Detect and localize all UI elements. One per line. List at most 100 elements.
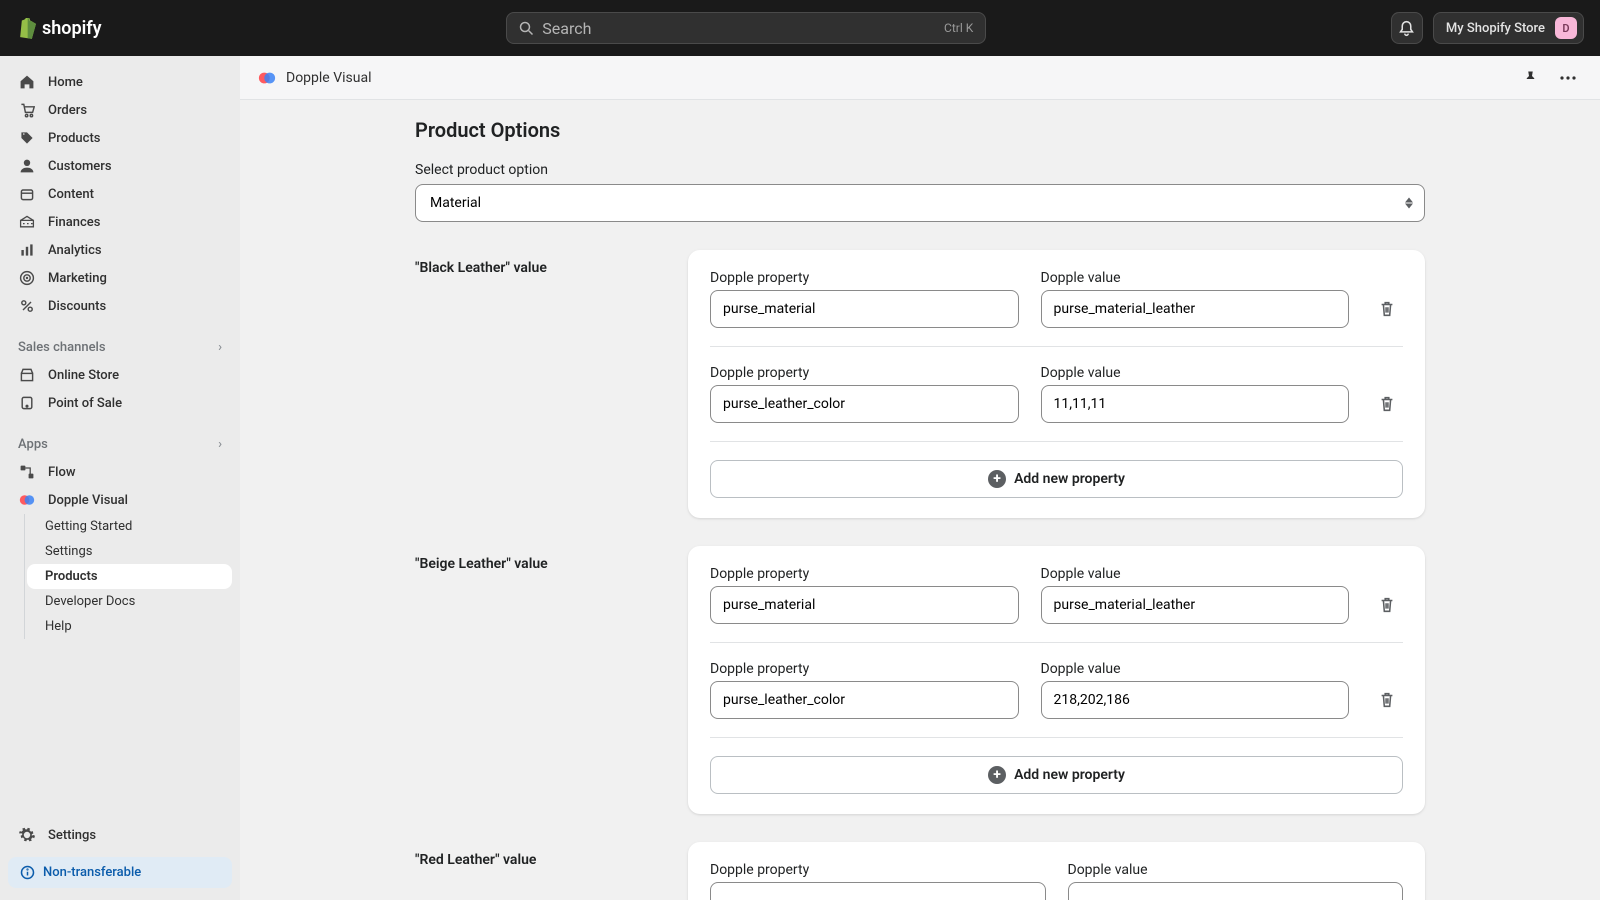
shopify-bag-icon — [16, 17, 36, 39]
value-input[interactable] — [1041, 290, 1350, 328]
bell-icon — [1398, 20, 1415, 37]
discounts-icon — [18, 297, 36, 315]
settings-nav[interactable]: Settings — [8, 821, 232, 849]
chevron-right-icon: › — [218, 340, 222, 355]
search-input[interactable]: Search Ctrl K — [506, 12, 986, 44]
sales-point-of-sale[interactable]: Point of Sale — [8, 389, 232, 417]
app-title: Dopple Visual — [286, 70, 371, 86]
value-input[interactable] — [1068, 882, 1404, 900]
delete-property-button[interactable] — [1371, 385, 1403, 423]
finances-icon — [18, 213, 36, 231]
value-title: "Black Leather" value — [415, 250, 660, 276]
dopple-sub-settings[interactable]: Settings — [27, 539, 232, 564]
property-input[interactable] — [710, 681, 1019, 719]
value-card: Dopple property Dopple value Dopple prop… — [688, 250, 1425, 518]
nav-label: Flow — [48, 465, 76, 480]
delete-property-button[interactable] — [1371, 290, 1403, 328]
nav-home[interactable]: Home — [8, 68, 232, 96]
nav-content[interactable]: Content — [8, 180, 232, 208]
store-name: My Shopify Store — [1446, 21, 1545, 36]
sidebar: HomeOrders Products Customers Content Financ… — [0, 56, 240, 900]
pos-icon — [18, 394, 36, 412]
pin-button[interactable] — [1516, 64, 1544, 92]
delete-property-button[interactable] — [1371, 586, 1403, 624]
value-input[interactable] — [1041, 681, 1350, 719]
search-shortcut: Ctrl K — [944, 21, 973, 35]
property-label: Dopple property — [710, 270, 1019, 286]
nav-label: Marketing — [48, 271, 107, 286]
value-input[interactable] — [1041, 586, 1350, 624]
dopple-sub-getting-started[interactable]: Getting Started — [27, 514, 232, 539]
trash-icon — [1378, 300, 1396, 318]
value-label: Dopple value — [1041, 270, 1350, 286]
property-input[interactable] — [710, 385, 1019, 423]
products-icon — [18, 129, 36, 147]
page-title: Product Options — [415, 118, 1425, 142]
property-input[interactable] — [710, 290, 1019, 328]
dopple-sub-products[interactable]: Products — [27, 564, 232, 589]
nav-label: Finances — [48, 215, 100, 230]
value-label: Dopple value — [1041, 566, 1350, 582]
chevron-right-icon: › — [218, 437, 222, 452]
nav-label: Products — [48, 131, 100, 146]
nav-customers[interactable]: Customers — [8, 152, 232, 180]
nav-analytics[interactable]: Analytics — [8, 236, 232, 264]
nav-orders[interactable]: Orders — [8, 96, 232, 124]
nav-label: Content — [48, 187, 94, 202]
value-input[interactable] — [1041, 385, 1350, 423]
dopple-icon — [18, 491, 36, 509]
nav-marketing[interactable]: Marketing — [8, 264, 232, 292]
search-icon — [519, 21, 534, 36]
value-card: Dopple property Dopple value Dopple prop… — [688, 546, 1425, 814]
analytics-icon — [18, 241, 36, 259]
store-switcher[interactable]: My Shopify Store D — [1433, 12, 1584, 44]
value-title: "Beige Leather" value — [415, 546, 660, 572]
property-label: Dopple property — [710, 566, 1019, 582]
info-icon — [20, 865, 35, 880]
sales-online-store[interactable]: Online Store — [8, 361, 232, 389]
notifications-button[interactable] — [1391, 12, 1423, 44]
nav-finances[interactable]: Finances — [8, 208, 232, 236]
property-label: Dopple property — [710, 365, 1019, 381]
flow-icon — [18, 463, 36, 481]
nav-label: Online Store — [48, 368, 119, 383]
nav-label: Dopple Visual — [48, 493, 128, 508]
search-placeholder: Search — [542, 19, 591, 38]
customers-icon — [18, 157, 36, 175]
value-section: "Black Leather" value Dopple property Do… — [415, 250, 1425, 518]
value-card: Dopple property Dopple value — [688, 842, 1425, 900]
topbar: shopify Search Ctrl K My Shopify Store D — [0, 0, 1600, 56]
property-label: Dopple property — [710, 661, 1019, 677]
dopple-sub-help[interactable]: Help — [27, 614, 232, 639]
more-button[interactable] — [1554, 64, 1582, 92]
add-property-button[interactable]: +Add new property — [710, 460, 1403, 498]
nav-discounts[interactable]: Discounts — [8, 292, 232, 320]
trash-icon — [1378, 596, 1396, 614]
value-section: "Red Leather" value Dopple property Dopp… — [415, 842, 1425, 900]
gear-icon — [18, 826, 36, 844]
property-input[interactable] — [710, 586, 1019, 624]
add-property-button[interactable]: +Add new property — [710, 756, 1403, 794]
pin-icon — [1523, 70, 1538, 85]
app-header: Dopple Visual — [240, 56, 1600, 100]
app-flow[interactable]: Flow — [8, 458, 232, 486]
product-option-select[interactable]: Material — [415, 184, 1425, 222]
apps-header[interactable]: Apps › — [8, 431, 232, 458]
orders-icon — [18, 101, 36, 119]
delete-property-button[interactable] — [1371, 681, 1403, 719]
plus-icon: + — [988, 470, 1006, 488]
brand-logo[interactable]: shopify — [16, 17, 102, 39]
dopple-sub-developer-docs[interactable]: Developer Docs — [27, 589, 232, 614]
property-row: Dopple property Dopple value — [710, 862, 1403, 900]
plus-icon: + — [988, 766, 1006, 784]
non-transferable-badge[interactable]: Non-transferable — [8, 857, 232, 888]
value-label: Dopple value — [1041, 365, 1350, 381]
property-input[interactable] — [710, 882, 1046, 900]
dots-icon — [1560, 76, 1576, 80]
app-dopple-visual[interactable]: Dopple Visual — [8, 486, 232, 514]
nav-label: Customers — [48, 159, 112, 174]
value-label: Dopple value — [1068, 862, 1404, 878]
sales-channels-header[interactable]: Sales channels › — [8, 334, 232, 361]
nav-products[interactable]: Products — [8, 124, 232, 152]
main-scroll[interactable]: Product Options Select product option Ma… — [240, 100, 1600, 900]
